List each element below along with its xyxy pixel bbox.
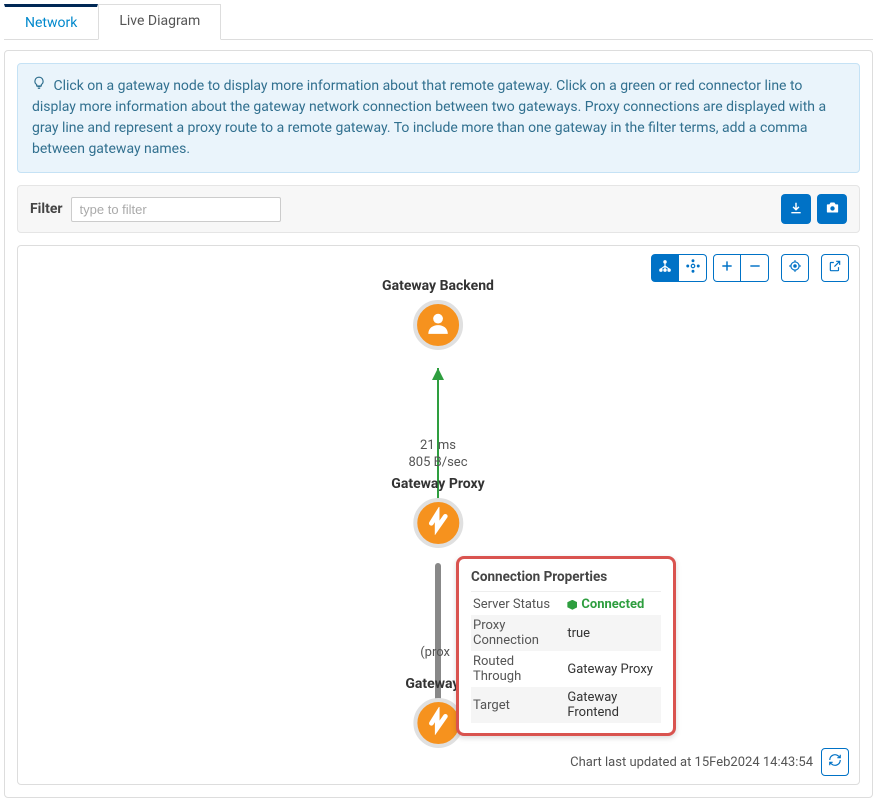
diagram-footer: Chart last updated at 15Feb2024 14:43:54 (570, 748, 849, 776)
node-avatar (413, 498, 463, 548)
prop-row: Server Status Connected (471, 594, 661, 615)
prop-row: Target Gateway Frontend (471, 687, 661, 723)
info-text: Click on a gateway node to display more … (32, 78, 826, 157)
prop-value: Connected (565, 594, 661, 615)
latency-value: 21 ms (408, 438, 467, 455)
node-avatar (413, 300, 463, 350)
diagram-panel: Gateway Backend 21 ms 805 B/sec Gateway … (17, 245, 860, 785)
tab-bar: Network Live Diagram (4, 4, 873, 40)
popup-title: Connection Properties (471, 569, 661, 592)
prop-row: Routed Through Gateway Proxy (471, 651, 661, 687)
last-updated-text: Chart last updated at 15Feb2024 14:43:54 (570, 755, 813, 770)
edge-metrics: 21 ms 805 B/sec (408, 438, 467, 472)
throughput-value: 805 B/sec (408, 455, 467, 472)
prop-value: true (565, 615, 661, 651)
filter-input[interactable] (71, 197, 281, 222)
user-icon (425, 310, 451, 340)
diagram-canvas[interactable]: Gateway Backend 21 ms 805 B/sec Gateway … (18, 246, 859, 784)
download-button[interactable] (781, 194, 811, 224)
prop-value: Gateway Proxy (565, 651, 661, 687)
alert-icon (424, 507, 452, 539)
prop-key: Target (471, 687, 565, 723)
refresh-icon (828, 753, 842, 771)
main-container: Click on a gateway node to display more … (4, 50, 873, 798)
camera-icon (825, 200, 840, 218)
proxy-edge-label: (prox (420, 645, 450, 660)
node-label: Gateway Backend (382, 278, 494, 294)
info-banner: Click on a gateway node to display more … (17, 63, 860, 173)
prop-key: Proxy Connection (471, 615, 565, 651)
prop-row: Proxy Connection true (471, 615, 661, 651)
tab-live-diagram[interactable]: Live Diagram (98, 4, 221, 40)
filter-label: Filter (30, 201, 63, 217)
prop-value: Gateway Frontend (565, 687, 661, 723)
node-label: Gateway Proxy (391, 476, 484, 492)
download-icon (789, 201, 803, 218)
status-ok-icon (567, 600, 577, 610)
connection-properties-popup: Connection Properties Server Status Conn… (456, 556, 676, 736)
camera-button[interactable] (817, 194, 847, 224)
gateway-node-backend[interactable]: Gateway Backend (382, 278, 494, 350)
refresh-button[interactable] (821, 748, 849, 776)
lightbulb-icon (32, 76, 46, 97)
prop-key: Server Status (471, 594, 565, 615)
prop-key: Routed Through (471, 651, 565, 687)
alert-icon (424, 707, 452, 739)
gateway-node-proxy[interactable]: Gateway Proxy (391, 476, 484, 548)
filter-bar: Filter (17, 185, 860, 233)
tab-network[interactable]: Network (4, 4, 98, 39)
